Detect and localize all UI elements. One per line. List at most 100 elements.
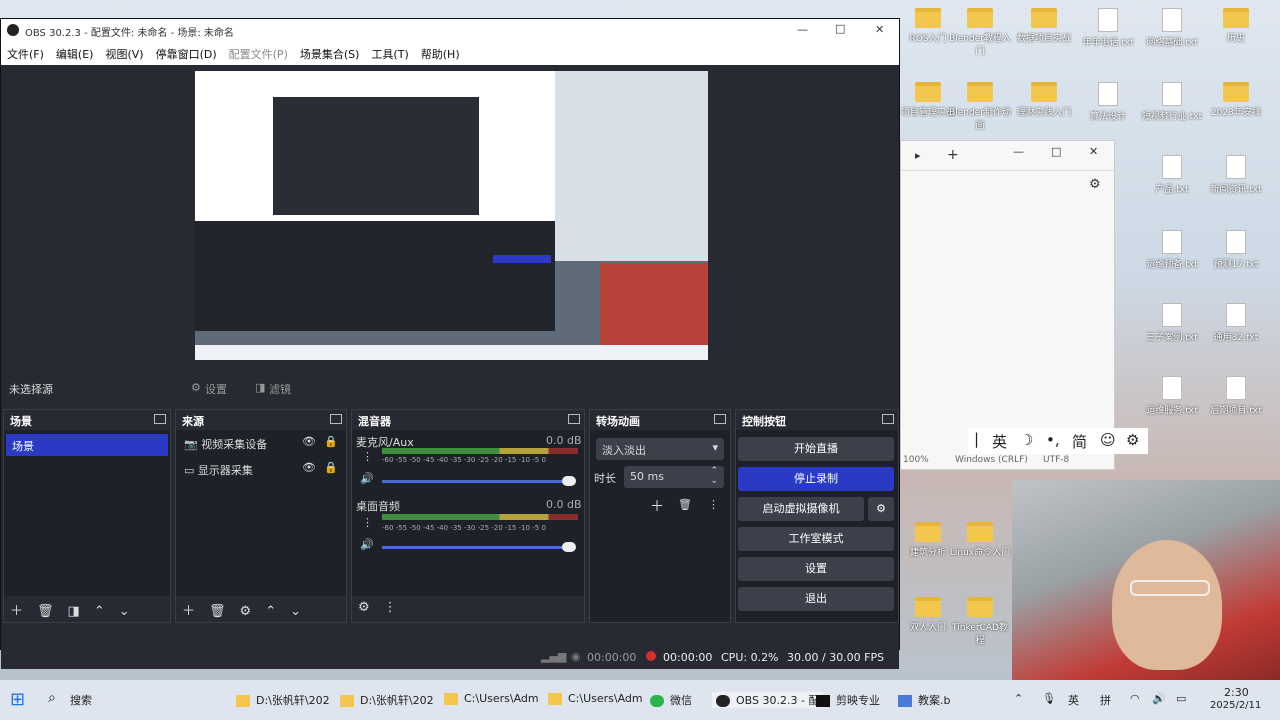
lock-icon[interactable]: 🔒 <box>324 435 338 448</box>
filter-icon[interactable]: ◨ <box>68 604 80 619</box>
speaker-icon[interactable]: 🔊 <box>360 538 374 551</box>
desktop-icon[interactable]: 运维服务.txt <box>1140 376 1204 416</box>
desktop-icon[interactable]: 三子案例.txt <box>1140 303 1204 343</box>
punct-icon[interactable]: •, <box>1046 431 1060 449</box>
studio-mode-button[interactable]: 工作室模式 <box>738 527 894 551</box>
new-tab-icon[interactable]: + <box>947 147 959 163</box>
maximize-icon[interactable]: □ <box>1051 145 1061 158</box>
eye-icon[interactable]: 👁 <box>302 461 316 474</box>
desktop-icon[interactable]: Linux命令入门 <box>948 522 1012 558</box>
taskbar-item[interactable]: C:\Users\Adm <box>548 692 643 705</box>
menu-view[interactable]: 视图(V) <box>99 43 149 65</box>
desktop-icon[interactable]: 网络基础.txt <box>1140 8 1204 48</box>
start-streaming-button[interactable]: 开始直播 <box>738 437 894 461</box>
add-icon[interactable]: ＋ <box>650 496 664 516</box>
moon-icon[interactable]: ☽ <box>1020 431 1033 449</box>
menu-tools[interactable]: 工具(T) <box>365 43 414 65</box>
exit-button[interactable]: 退出 <box>738 587 894 611</box>
trash-icon[interactable]: 🗑 <box>209 604 226 619</box>
add-icon[interactable]: ＋ <box>10 604 23 619</box>
gear-icon[interactable]: ⚙ <box>1126 431 1139 449</box>
minimize-button[interactable]: — <box>797 23 808 36</box>
ime-lang[interactable]: 英 <box>992 431 1007 452</box>
obs-window[interactable]: OBS 30.2.3 - 配置文件: 未命名 - 场景: 未命名 — □ ✕ 文… <box>0 18 900 669</box>
menu-profile[interactable]: 配置文件(P) <box>223 43 294 65</box>
kebab-icon[interactable]: ⋮ <box>708 498 719 511</box>
kebab-icon[interactable]: ⋮ <box>384 600 397 615</box>
preview-canvas[interactable] <box>195 71 708 360</box>
clock-time[interactable]: 2:30 <box>1224 686 1249 699</box>
down-icon[interactable]: ⌄ <box>290 604 301 619</box>
up-icon[interactable]: ⌃ <box>94 604 105 619</box>
lock-icon[interactable]: 🔒 <box>324 461 338 474</box>
stepper-icon[interactable]: ⌃ ⌄ <box>710 466 718 486</box>
duration-input[interactable]: 50 ms ⌃ ⌄ <box>624 466 724 488</box>
undock-icon[interactable] <box>568 414 580 424</box>
trash-icon[interactable]: 🗑 <box>678 498 692 511</box>
ime-lang[interactable]: 英 <box>1068 692 1079 708</box>
ime-mode[interactable]: 拼 <box>1100 692 1111 708</box>
chevron-up-icon[interactable]: ⌃ <box>1014 692 1023 705</box>
desktop-icon[interactable]: 预测17.txt <box>1204 230 1268 270</box>
stop-recording-button[interactable]: 停止录制 <box>738 467 894 491</box>
close-icon[interactable]: ✕ <box>1089 145 1098 158</box>
menu-help[interactable]: 帮助(H) <box>415 43 466 65</box>
ime-handle[interactable]: | <box>974 430 979 448</box>
desktop-icon[interactable]: 后期项目.txt <box>1204 376 1268 416</box>
desktop-volume-knob[interactable] <box>562 542 576 552</box>
search-icon[interactable]: ⌕ <box>48 690 56 706</box>
menu-scene-collection[interactable]: 场景集合(S) <box>294 43 366 65</box>
kebab-icon[interactable]: ⋮ <box>362 516 373 529</box>
add-icon[interactable]: ＋ <box>182 604 195 619</box>
taskbar-item[interactable]: 教案.b <box>898 692 950 708</box>
taskbar-item[interactable]: D:\张帆轩\202 <box>236 692 330 708</box>
desktop-icon[interactable]: 理财实践入门 <box>1012 82 1076 118</box>
source-filters-button[interactable]: 滤镜 <box>269 381 291 397</box>
taskbar-item[interactable]: 剪映专业 <box>816 692 880 708</box>
gear-icon[interactable]: ⚙ <box>358 600 370 615</box>
taskbar-search[interactable]: 搜索 <box>70 692 92 708</box>
desktop-icon[interactable]: 算法设计 <box>1076 82 1140 122</box>
desktop-icon[interactable]: Blender教程入门 <box>948 8 1012 57</box>
taskbar-item-active[interactable]: OBS 30.2.3 - 配 <box>712 692 824 708</box>
source-item[interactable]: ▭ 显示器采集 👁 🔒 <box>176 456 346 482</box>
ime-toolbar[interactable]: | 英 ☽ •, 简 ☺ ⚙ <box>968 428 1148 454</box>
undock-icon[interactable] <box>330 414 342 424</box>
gear-icon[interactable]: ⚙ <box>868 497 894 521</box>
start-virtual-camera-button[interactable]: 启动虚拟摄像机 <box>738 497 864 521</box>
menu-edit[interactable]: 编辑(E) <box>50 43 100 65</box>
battery-icon[interactable]: ▭ <box>1176 692 1186 705</box>
taskbar-item[interactable]: 微信 <box>650 692 692 708</box>
notepad-titlebar[interactable]: ▸ + — □ ✕ <box>901 141 1114 171</box>
desktop-icon[interactable]: 通用32.txt <box>1204 303 1268 343</box>
ime-charset[interactable]: 简 <box>1072 431 1087 452</box>
undock-icon[interactable] <box>882 414 894 424</box>
source-item[interactable]: 📷 视频采集设备 👁 🔒 <box>176 430 346 456</box>
desktop-icon[interactable]: 年年电话.txt <box>1076 8 1140 48</box>
maximize-button[interactable]: □ <box>835 22 845 35</box>
desktop-icon[interactable]: Blender制作动画 <box>948 82 1012 131</box>
close-button[interactable]: ✕ <box>875 23 884 36</box>
desktop-icon[interactable]: 2023年安排 <box>1204 82 1268 118</box>
mic-volume-slider[interactable] <box>382 480 572 483</box>
source-settings-button[interactable]: 设置 <box>205 381 227 397</box>
undock-icon[interactable] <box>714 414 726 424</box>
transition-select[interactable]: 淡入淡出 ▾ <box>596 438 724 460</box>
taskbar-item[interactable]: C:\Users\Adm <box>444 692 539 705</box>
desktop-icon[interactable]: 数据项目实战 <box>1012 8 1076 44</box>
undock-icon[interactable] <box>154 414 166 424</box>
down-icon[interactable]: ⌄ <box>119 604 130 619</box>
play-icon[interactable]: ▸ <box>915 149 921 162</box>
settings-button[interactable]: 设置 <box>738 557 894 581</box>
speaker-icon[interactable]: 🔊 <box>360 472 374 485</box>
taskbar-item[interactable]: D:\张帆轩\202 <box>340 692 434 708</box>
menu-file[interactable]: 文件(F) <box>1 43 50 65</box>
obs-titlebar[interactable]: OBS 30.2.3 - 配置文件: 未命名 - 场景: 未命名 — □ ✕ <box>1 19 899 43</box>
gear-icon[interactable]: ⚙ <box>240 604 252 619</box>
wifi-icon[interactable]: ◠ <box>1130 692 1140 705</box>
trash-icon[interactable]: 🗑 <box>37 604 54 619</box>
emoji-icon[interactable]: ☺ <box>1100 431 1116 449</box>
volume-icon[interactable]: 🔊 <box>1152 692 1166 705</box>
up-icon[interactable]: ⌃ <box>265 604 276 619</box>
scene-item[interactable]: 场景 <box>6 434 168 456</box>
